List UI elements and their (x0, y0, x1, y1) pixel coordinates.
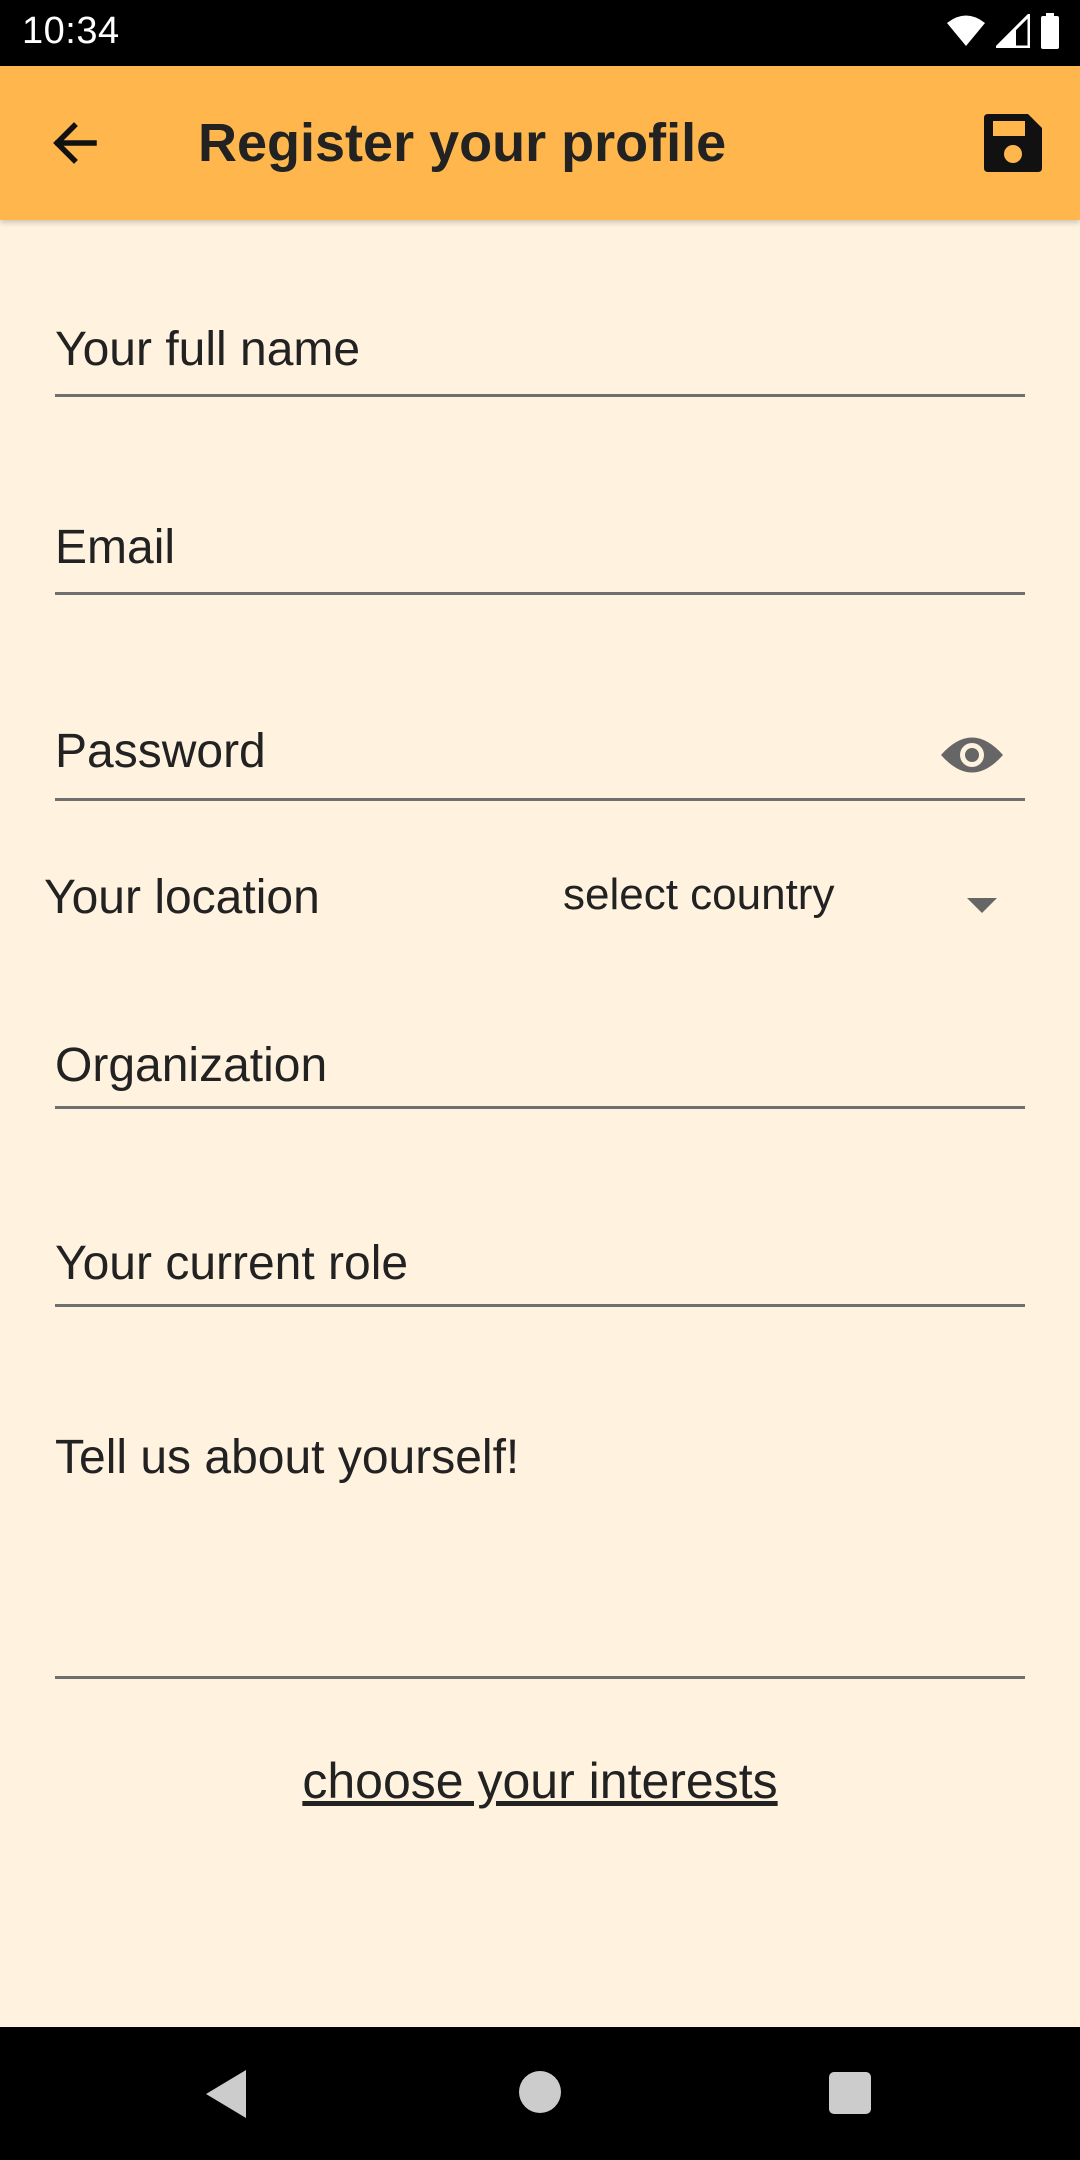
full-name-field[interactable]: Your full name (55, 300, 1025, 397)
status-time: 10:34 (22, 10, 120, 52)
email-placeholder: Email (55, 521, 176, 574)
system-nav-bar (0, 2027, 1080, 2160)
page-title: Register your profile (198, 113, 727, 173)
app-bar: Register your profile (0, 66, 1080, 220)
nav-home-icon[interactable] (519, 2071, 561, 2113)
current-role-placeholder: Your current role (55, 1237, 409, 1290)
about-yourself-field[interactable]: Tell us about yourself! (55, 1400, 1025, 1679)
full-name-placeholder: Your full name (55, 323, 361, 376)
status-icons (946, 10, 1060, 54)
password-placeholder: Password (55, 725, 266, 778)
wifi-icon (946, 14, 986, 53)
back-button[interactable] (44, 111, 108, 175)
country-select-value: select country (563, 870, 835, 919)
organization-placeholder: Organization (55, 1039, 328, 1092)
status-bar: 10:34 (0, 0, 1080, 66)
current-role-field[interactable]: Your current role (55, 1208, 1025, 1307)
dropdown-arrow-icon (967, 898, 997, 913)
eye-icon[interactable] (939, 730, 1005, 780)
nav-back-icon[interactable] (202, 2067, 252, 2121)
battery-icon (1040, 12, 1060, 54)
choose-interests-link[interactable]: choose your interests (0, 1752, 1080, 1810)
arrow-back-icon (44, 122, 108, 179)
nav-recents-icon[interactable] (829, 2072, 871, 2114)
organization-field[interactable]: Organization (55, 1010, 1025, 1109)
email-field[interactable]: Email (55, 498, 1025, 595)
save-floppy-icon (980, 114, 1046, 180)
save-button[interactable] (980, 110, 1046, 176)
country-select[interactable]: select country (545, 860, 1015, 940)
about-yourself-placeholder: Tell us about yourself! (55, 1431, 520, 1484)
password-field[interactable]: Password (55, 700, 1025, 801)
location-label: Your location (44, 871, 320, 924)
signal-icon (993, 10, 1031, 53)
